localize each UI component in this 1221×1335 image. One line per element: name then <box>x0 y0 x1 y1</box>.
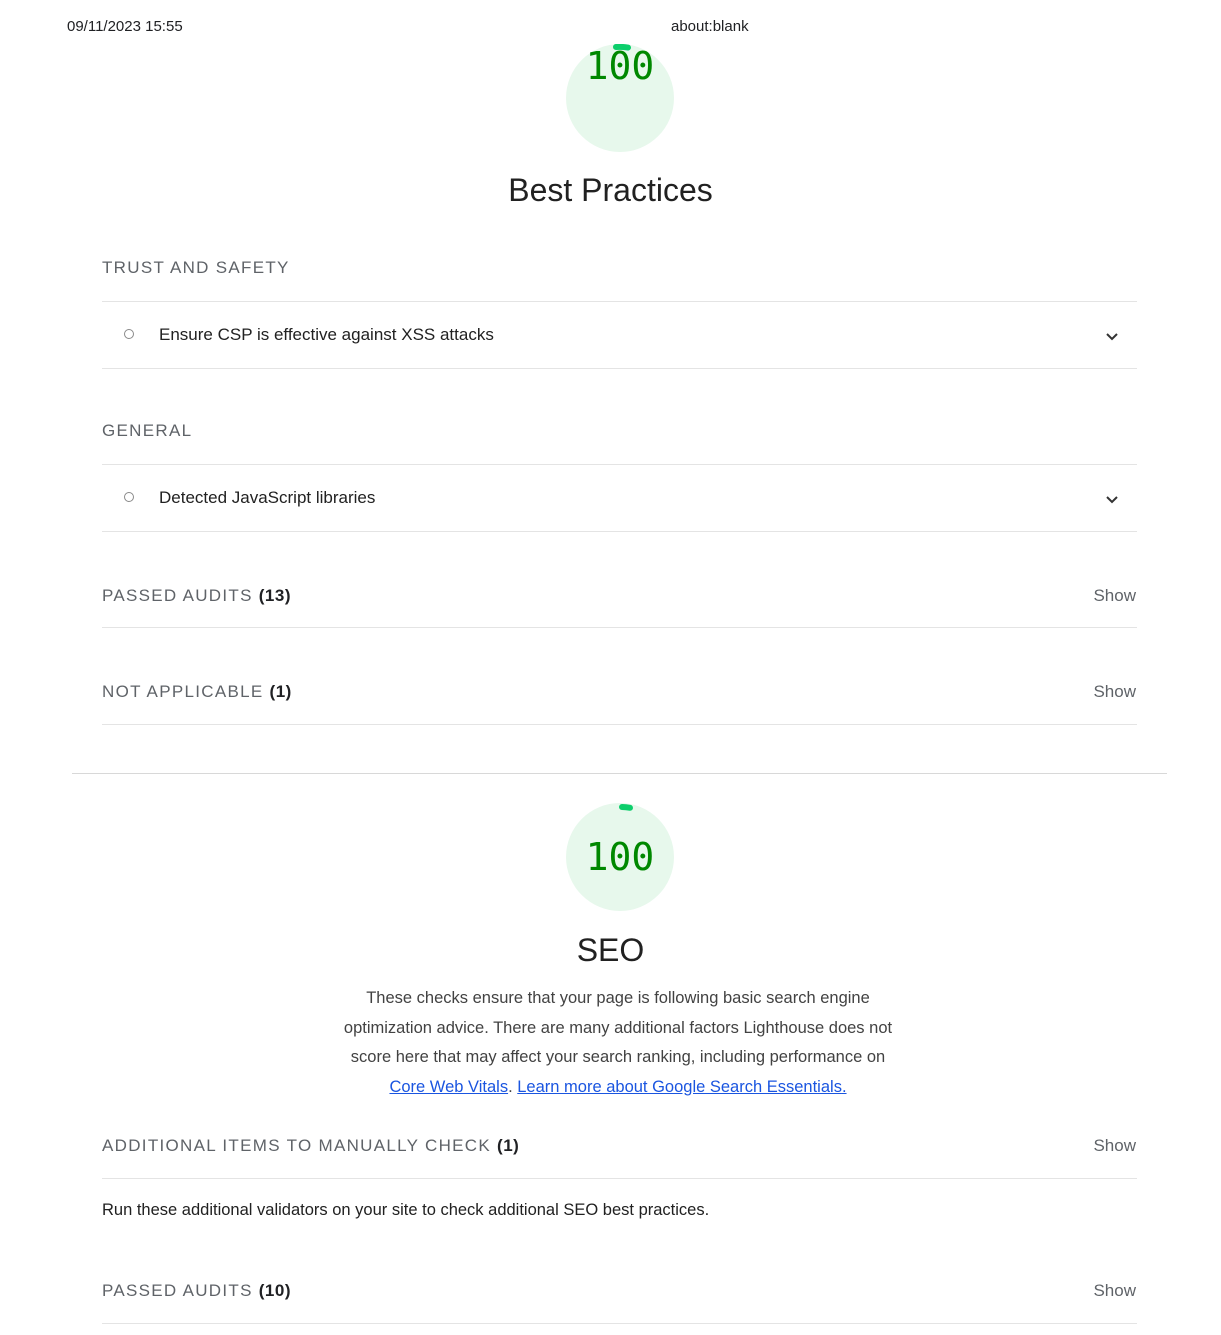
best-practices-gauge[interactable]: 100 <box>566 44 674 152</box>
best-practices-score: 100 <box>585 44 655 88</box>
seo-title: SEO <box>576 932 645 968</box>
manual-check-count: (1) <box>497 1136 520 1155</box>
seo-description-line: score here that may affect your search r… <box>350 1048 886 1066</box>
divider <box>102 627 1137 628</box>
audit-csp-xss[interactable]: Ensure CSP is effective against XSS atta… <box>102 302 1137 368</box>
seo-gauge[interactable]: 100 <box>566 803 674 911</box>
show-seo-passed-audits-button[interactable]: Show <box>1093 1281 1136 1301</box>
show-not-applicable-button[interactable]: Show <box>1093 682 1136 702</box>
category-separator <box>72 773 1167 774</box>
manual-check-label: ADDITIONAL ITEMS TO MANUALLY CHECK <box>102 1136 491 1155</box>
show-passed-audits-button[interactable]: Show <box>1093 586 1136 606</box>
not-applicable-count: (1) <box>269 682 292 701</box>
divider <box>102 368 1137 369</box>
group-title-general: GENERAL <box>102 421 193 440</box>
print-header: 09/11/2023 15:55 about:blank <box>0 18 1221 38</box>
divider <box>102 1178 1137 1179</box>
passed-audits-label: PASSED AUDITS <box>102 586 253 605</box>
divider <box>102 531 1137 532</box>
audit-label: Ensure CSP is effective against XSS atta… <box>159 325 494 344</box>
manual-check-toggle[interactable]: ADDITIONAL ITEMS TO MANUALLY CHECK (1) <box>102 1136 519 1156</box>
divider <box>102 1323 1137 1324</box>
seo-description-line: These checks ensure that your page is fo… <box>366 989 870 1007</box>
not-applicable-toggle[interactable]: NOT APPLICABLE (1) <box>102 682 292 702</box>
seo-description-line: optimization advice. There are many addi… <box>343 1018 893 1037</box>
learn-more-search-essentials-link[interactable]: Learn more about Google Search Essential… <box>517 1078 846 1096</box>
passed-audits-toggle[interactable]: PASSED AUDITS (13) <box>102 586 291 606</box>
print-url: about:blank <box>671 18 749 35</box>
seo-passed-audits-label: PASSED AUDITS <box>102 1281 253 1300</box>
group-title-trust-and-safety: TRUST AND SAFETY <box>102 258 290 277</box>
manual-check-description: Run these additional validators on your … <box>102 1201 710 1219</box>
core-web-vitals-link[interactable]: Core Web Vitals <box>389 1078 508 1096</box>
seo-description: These checks ensure that your page is fo… <box>300 984 936 1102</box>
chevron-down-icon[interactable] <box>1105 329 1119 343</box>
informative-circle-icon <box>124 329 134 339</box>
learn-more-link-text: Learn more about Google Search Essential… <box>517 1077 842 1096</box>
seo-description-links: Core Web Vitals. Learn more about Google… <box>389 1077 847 1096</box>
best-practices-title: Best Practices <box>508 172 713 208</box>
divider <box>102 724 1137 725</box>
informative-circle-icon <box>124 492 134 502</box>
passed-audits-count: (13) <box>258 586 291 605</box>
audit-label: Detected JavaScript libraries <box>159 488 376 507</box>
chevron-down-icon[interactable] <box>1105 492 1119 506</box>
audit-js-libraries[interactable]: Detected JavaScript libraries <box>102 465 1137 531</box>
seo-score: 100 <box>585 835 655 879</box>
show-manual-check-button[interactable]: Show <box>1093 1136 1136 1156</box>
not-applicable-label: NOT APPLICABLE <box>102 682 264 701</box>
print-datetime: 09/11/2023 15:55 <box>67 18 183 35</box>
seo-passed-audits-count: (10) <box>258 1281 291 1300</box>
seo-passed-audits-toggle[interactable]: PASSED AUDITS (10) <box>102 1281 291 1301</box>
